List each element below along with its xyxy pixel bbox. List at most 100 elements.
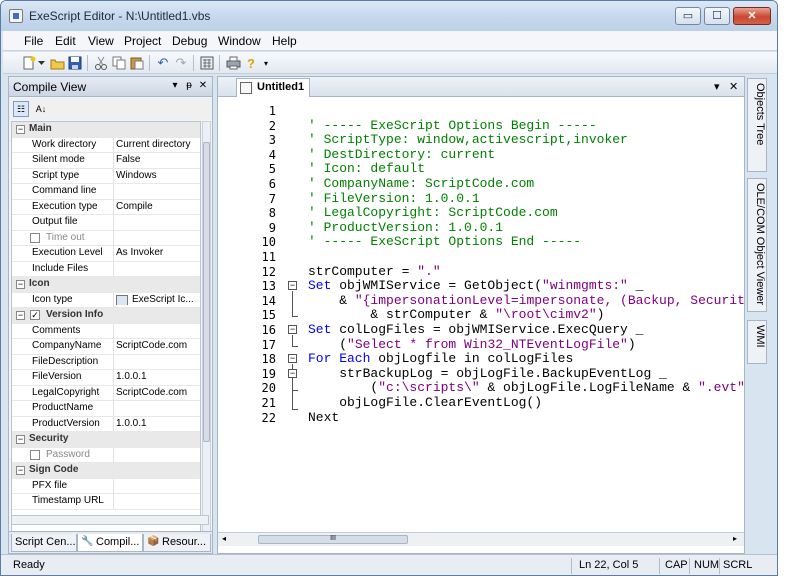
collapse-icon[interactable]: − [16,435,25,444]
property-value[interactable]: 1.0.0.1 [116,418,200,429]
open-folder-icon[interactable] [49,55,65,71]
panel-close-icon[interactable]: ✕ [197,80,209,91]
code-line[interactable]: ("c:\scripts\" & objLogFile.LogFileName … [308,381,744,396]
code-line[interactable]: Next [308,410,339,426]
calculator-icon[interactable] [199,55,215,71]
scroll-right-icon[interactable]: ▸ [733,534,737,543]
menu-file[interactable]: File [21,33,46,49]
code-line[interactable]: Set objWMIService = GetObject("winmgmts:… [308,278,643,294]
collapse-icon[interactable]: − [16,280,25,289]
code-line[interactable]: strBackupLog = objLogFile.BackupEventLog… [308,366,667,382]
property-category[interactable]: − Sign Code [12,463,200,479]
menu-help[interactable]: Help [269,33,300,49]
menu-debug[interactable]: Debug [169,33,210,49]
editor-horizontal-scrollbar[interactable]: ◂ III ▸ [218,532,744,546]
code-line[interactable]: ' ----- ExeScript Options End ----- [308,235,581,250]
categorized-icon[interactable]: ☷ [13,101,29,117]
tab-wmi[interactable]: WMI [747,320,767,364]
panel-horizontal-scrollbar[interactable] [11,515,209,525]
property-value[interactable]: ExeScript Ic... [116,294,200,305]
code-line[interactable]: ' ScriptType: window,activescript,invoke… [308,132,628,148]
fold-toggle[interactable]: − [288,354,297,363]
property-category[interactable]: − Security [12,432,200,448]
property-value[interactable]: ScriptCode.com [116,387,200,398]
tab-resources[interactable]: 📦 Resour... [143,534,211,552]
property-value[interactable]: ScriptCode.com [116,340,200,351]
code-line[interactable]: ' CompanyName: ScriptCode.com [308,176,534,192]
dropdown-icon[interactable] [37,55,45,71]
maximize-button[interactable]: ☐ [704,7,730,25]
redo-icon[interactable]: ↷ [173,55,189,71]
pin-icon[interactable]: ᵽ [183,80,195,91]
property-row[interactable]: Output file [12,215,200,231]
collapse-icon[interactable]: − [16,125,25,134]
panel-dropdown-icon[interactable]: ▾ [169,80,181,91]
alphabetical-icon[interactable]: A↓ [33,101,49,117]
property-row[interactable]: Comments [12,323,200,339]
code-line[interactable]: ' ProductVersion: 1.0.0.1 [308,220,503,236]
property-row[interactable]: Work directory Current directory [12,137,200,153]
property-row[interactable]: ProductName [12,401,200,417]
property-row[interactable]: Time out [12,230,200,246]
fold-toggle[interactable]: − [288,281,297,290]
property-value[interactable]: As Invoker [116,247,200,258]
property-row[interactable]: Icon type ExeScript Ic... [12,292,200,308]
property-row[interactable]: ProductVersion 1.0.0.1 [12,416,200,432]
property-row[interactable]: Execution Level As Invoker [12,246,200,262]
property-row[interactable]: PFX file [12,478,200,494]
editor-close-icon[interactable]: ✕ [729,80,738,93]
paste-icon[interactable] [129,55,145,71]
property-category[interactable]: − Main [12,122,200,138]
save-icon[interactable] [67,55,83,71]
property-row[interactable]: Script type Windows [12,168,200,184]
property-row[interactable]: Execution type Compile [12,199,200,215]
menu-project[interactable]: Project [121,33,164,49]
tab-objects-tree[interactable]: Objects Tree [747,78,767,172]
toolbar-options-icon[interactable]: ▾ [261,55,271,71]
property-row[interactable]: Password [12,447,200,463]
code-line[interactable]: ' Icon: default [308,162,425,177]
code-line[interactable]: ' DestDirectory: current [308,147,495,163]
collapse-icon[interactable]: − [16,466,25,475]
minimize-button[interactable]: ▭ [675,7,701,25]
copy-icon[interactable] [111,55,127,71]
code-line[interactable]: & strComputer & "\root\cimv2") [308,308,604,323]
code-line[interactable]: & "{impersonationLevel=impersonate, (Bac… [308,293,744,309]
fold-toggle[interactable]: − [288,369,297,378]
help-icon[interactable]: ? [243,55,259,71]
property-value[interactable]: Compile [116,201,200,212]
property-row[interactable]: Timestamp URL [12,494,200,510]
property-row[interactable]: Include Files [12,261,200,277]
property-row[interactable]: Silent mode False [12,153,200,169]
property-value[interactable]: Current directory [116,139,200,150]
menu-edit[interactable]: Edit [52,33,79,49]
property-checkbox[interactable] [30,449,40,460]
property-value[interactable]: Windows [116,170,200,181]
property-row[interactable]: Command line [12,184,200,200]
code-line[interactable]: ' FileVersion: 1.0.0.1 [308,191,480,207]
tab-untitled1[interactable]: Untitled1 [236,78,310,97]
code-line[interactable]: ' LegalCopyright: ScriptCode.com [308,205,558,221]
fold-toggle[interactable]: − [288,325,297,334]
code-line[interactable]: strComputer = "." [308,264,441,280]
property-grid-scrollbar[interactable] [202,121,211,541]
tab-compile-view[interactable]: 🔧 Compil... [77,534,143,552]
property-value[interactable]: 1.0.0.1 [116,371,200,382]
property-row[interactable]: CompanyName ScriptCode.com [12,339,200,355]
undo-icon[interactable]: ↶ [155,55,171,71]
scroll-left-icon[interactable]: ◂ [222,534,226,543]
code-line[interactable]: ' ----- ExeScript Options Begin ----- [308,118,597,134]
code-line[interactable]: Set colLogFiles = objWMIService.ExecQuer… [308,322,643,338]
property-category[interactable]: − Icon [12,277,200,293]
category-checkbox[interactable]: ✓ [30,310,40,320]
code-area[interactable]: ' ----- ExeScript Options Begin ----- ' S… [308,98,744,540]
code-line[interactable]: objLogFile.ClearEventLog() [308,395,542,411]
property-row[interactable]: FileDescription [12,354,200,370]
editor-tab-dropdown-icon[interactable]: ▾ [714,80,720,93]
property-category[interactable]: − ✓ Version Info [12,308,200,324]
new-file-icon[interactable] [21,55,37,71]
cut-icon[interactable] [93,55,109,71]
close-button[interactable]: ✕ [733,7,771,25]
menu-view[interactable]: View [85,33,117,49]
tab-ole-com-viewer[interactable]: OLE/COM Object Viewer [747,178,767,312]
